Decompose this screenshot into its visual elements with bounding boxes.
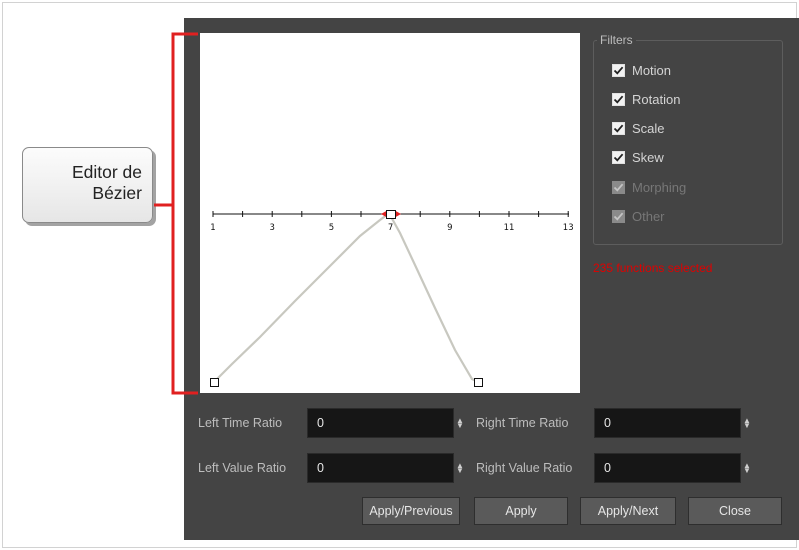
filter-motion[interactable]: Motion <box>612 62 671 78</box>
apply-button[interactable]: Apply <box>474 497 568 525</box>
checkbox-scale[interactable] <box>612 121 625 135</box>
filter-other-label: Other <box>632 208 665 224</box>
filter-morphing-label: Morphing <box>632 179 687 195</box>
checkbox-skew[interactable] <box>612 150 625 164</box>
keyframe-handle[interactable] <box>386 210 396 219</box>
bezier-editor-canvas[interactable]: 1 3 5 7 9 11 13 <box>200 33 580 393</box>
right-time-ratio-input[interactable] <box>595 409 740 437</box>
checkbox-morphing <box>612 180 625 194</box>
filter-motion-label: Motion <box>632 62 672 78</box>
close-button[interactable]: Close <box>688 497 782 525</box>
check-icon <box>613 95 624 104</box>
check-icon <box>613 153 624 162</box>
filter-skew-label: Skew <box>632 149 664 165</box>
left-time-ratio-input[interactable] <box>308 409 453 437</box>
filter-other: Other <box>612 208 665 224</box>
left-value-ratio-label: Left Value Ratio <box>198 461 287 475</box>
callout-line-1: Editor de <box>71 162 142 182</box>
apply-previous-button[interactable]: Apply/Previous <box>362 497 460 525</box>
right-bezier-handle[interactable] <box>474 378 483 387</box>
timeline-tick-label: 1 <box>210 223 215 233</box>
callout-text: Editor de Bézier <box>72 162 142 204</box>
timeline-tick-label: 3 <box>269 223 274 233</box>
left-value-ratio-field[interactable] <box>307 453 454 483</box>
right-value-ratio-spinner[interactable]: ▲ ▼ <box>743 462 751 475</box>
filter-scale[interactable]: Scale <box>612 120 665 136</box>
check-icon <box>613 183 624 192</box>
check-icon <box>613 66 624 75</box>
timeline-tick-labels: 1 3 5 7 9 11 13 <box>210 223 573 233</box>
right-time-ratio-label: Right Time Ratio <box>476 416 569 430</box>
timeline-tick-label: 5 <box>329 223 334 233</box>
timeline-tick-label: 13 <box>563 223 574 233</box>
bezier-curve-right <box>389 214 479 383</box>
left-value-ratio-spinner[interactable]: ▲ ▼ <box>456 462 464 475</box>
selection-status: 235 functions selected <box>593 261 713 275</box>
timeline-tick-label: 7 <box>388 223 393 233</box>
right-time-ratio-spinner[interactable]: ▲ ▼ <box>743 417 751 430</box>
left-time-ratio-field[interactable] <box>307 408 454 438</box>
right-time-ratio-field[interactable] <box>594 408 741 438</box>
filter-scale-label: Scale <box>632 120 665 136</box>
right-value-ratio-input[interactable] <box>595 454 740 482</box>
filter-rotation-label: Rotation <box>632 91 681 107</box>
callout-box: Editor de Bézier <box>22 147 153 223</box>
apply-next-button[interactable]: Apply/Next <box>580 497 676 525</box>
filter-rotation[interactable]: Rotation <box>612 91 680 107</box>
check-icon <box>613 124 624 133</box>
left-time-ratio-spinner[interactable]: ▲ ▼ <box>456 417 464 430</box>
left-bezier-handle[interactable] <box>210 378 219 387</box>
filter-morphing: Morphing <box>612 179 686 195</box>
callout-line-2: Bézier <box>92 183 142 203</box>
check-icon <box>613 212 624 221</box>
timeline-tick-label: 11 <box>504 223 515 233</box>
bezier-graph: 1 3 5 7 9 11 13 <box>210 210 574 387</box>
checkbox-motion[interactable] <box>612 63 625 77</box>
right-value-ratio-field[interactable] <box>594 453 741 483</box>
filter-skew[interactable]: Skew <box>612 149 664 165</box>
left-time-ratio-label: Left Time Ratio <box>198 416 283 430</box>
bezier-curve-left <box>213 213 389 383</box>
checkbox-rotation[interactable] <box>612 92 625 106</box>
left-value-ratio-input[interactable] <box>308 454 453 482</box>
checkbox-other <box>612 209 625 223</box>
right-value-ratio-label: Right Value Ratio <box>476 461 573 475</box>
timeline-tick-label: 9 <box>447 223 452 233</box>
filters-title: Filters <box>597 33 636 47</box>
